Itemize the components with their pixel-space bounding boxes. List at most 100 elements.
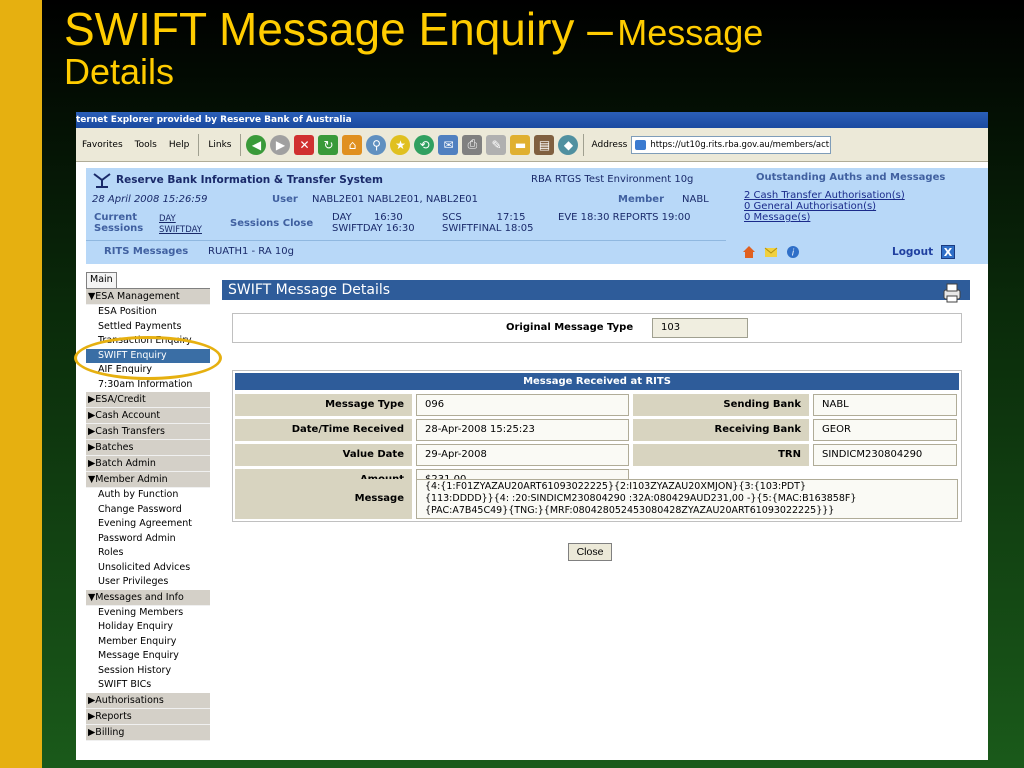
page-title-text: SWIFT Message Details bbox=[228, 282, 391, 298]
sidebar-group-header[interactable]: ▶Batch Admin bbox=[86, 456, 210, 472]
current-sessions: DAY SWIFTDAY bbox=[159, 214, 202, 236]
logout-link[interactable]: Logout bbox=[892, 246, 933, 258]
sidebar-item-auth-by-function[interactable]: Auth by Function bbox=[86, 488, 210, 503]
original-message-type-value: 103 bbox=[652, 318, 748, 338]
favorites-icon[interactable]: ★ bbox=[390, 134, 411, 155]
sidebar-item-holiday-enquiry[interactable]: Holiday Enquiry bbox=[86, 620, 210, 635]
home-icon[interactable] bbox=[742, 245, 756, 259]
forward-icon[interactable]: ▶ bbox=[270, 134, 291, 155]
date-received-value: 28-Apr-2008 15:25:23 bbox=[416, 419, 629, 441]
message-line-1: {4:{1:F01ZYAZAU20ART61093022225}{2:I103Z… bbox=[425, 481, 807, 492]
slide-title-main: SWIFT Message Enquiry – bbox=[64, 3, 613, 55]
sidebar-item-user-privileges[interactable]: User Privileges bbox=[86, 575, 210, 590]
back-icon[interactable]: ◀ bbox=[246, 134, 267, 155]
menu-tools[interactable]: Tools bbox=[129, 140, 163, 150]
sidebar-item-swift-bics[interactable]: SWIFT BICs bbox=[86, 678, 210, 693]
sidebar-item-change-password[interactable]: Change Password bbox=[86, 503, 210, 518]
link-messages[interactable]: 0 Message(s) bbox=[744, 212, 905, 223]
stop-icon[interactable]: ✕ bbox=[294, 134, 315, 155]
trn-label: TRN bbox=[633, 444, 809, 466]
close-icon[interactable]: X bbox=[941, 245, 955, 259]
message-type-value: 096 bbox=[416, 394, 629, 416]
message-type-label: Message Type bbox=[235, 394, 412, 416]
print-icon[interactable]: ⎙ bbox=[462, 134, 483, 155]
slide-title-sub: Message bbox=[617, 12, 764, 53]
toolbar-separator bbox=[583, 133, 585, 156]
close-time-day: DAY 16:30 bbox=[332, 212, 403, 223]
member-label: Member bbox=[618, 194, 665, 205]
outstanding-title: Outstanding Auths and Messages bbox=[756, 172, 946, 183]
user-value: NABL2E01 NABL2E01, NABL2E01 bbox=[312, 194, 479, 205]
sidebar-item-evening-members[interactable]: Evening Members bbox=[86, 606, 210, 621]
refresh-icon[interactable]: ↻ bbox=[318, 134, 339, 155]
app-header: Reserve Bank Information & Transfer Syst… bbox=[86, 168, 988, 264]
sidebar-group-header[interactable]: ▶Cash Account bbox=[86, 408, 210, 424]
folder-icon[interactable]: ▬ bbox=[510, 134, 531, 155]
message-line-2: {113:DDDD}}{4: :20:SINDICM230804290 :32A… bbox=[425, 493, 857, 504]
original-message-type-label: Original Message Type bbox=[506, 322, 634, 333]
toolbar-separator bbox=[198, 133, 200, 156]
outstanding-links: 2 Cash Transfer Authorisation(s) 0 Gener… bbox=[744, 190, 905, 223]
header-info: Reserve Bank Information & Transfer Syst… bbox=[86, 168, 726, 264]
message-line-3: {PAC:A7B45C49}{TNG:}{MRF:080428052453080… bbox=[425, 505, 835, 516]
link-cash-transfer-auth[interactable]: 2 Cash Transfer Authorisation(s) bbox=[744, 190, 905, 201]
close-time-swiftfinal: SWIFTFINAL 18:05 bbox=[442, 223, 534, 234]
mail-icon[interactable]: ✉ bbox=[438, 134, 459, 155]
brand-name: Reserve Bank Information & Transfer Syst… bbox=[116, 174, 383, 186]
original-message-type-panel: Original Message Type 103 bbox=[232, 313, 962, 343]
sending-bank-value: NABL bbox=[813, 394, 957, 416]
sidebar-group-header[interactable]: ▶Reports bbox=[86, 708, 210, 725]
sidebar-group-header[interactable]: ▼ESA Management bbox=[86, 289, 210, 305]
main-content: SWIFT Message Details Original Message T… bbox=[222, 280, 970, 760]
sidebar-item-message-enquiry[interactable]: Message Enquiry bbox=[86, 649, 210, 664]
receiving-bank-value: GEOR bbox=[813, 419, 957, 441]
browser-titlebar: ternet Explorer provided by Reserve Bank… bbox=[76, 112, 988, 128]
session-close-times: DAY 16:30 SWIFTDAY 16:30 bbox=[332, 212, 415, 234]
sidebar-group-header[interactable]: ▶ESA/Credit bbox=[86, 392, 210, 408]
date-received-label: Date/Time Received bbox=[235, 419, 412, 441]
current-datetime: 28 April 2008 15:26:59 bbox=[92, 194, 208, 205]
sidebar-item-roles[interactable]: Roles bbox=[86, 546, 210, 561]
link-general-auth[interactable]: 0 General Authorisation(s) bbox=[744, 201, 905, 212]
sidebar-item-evening-agreement[interactable]: Evening Agreement bbox=[86, 517, 210, 532]
messenger-icon[interactable]: ◆ bbox=[558, 134, 579, 155]
rits-messages-label: RITS Messages bbox=[104, 246, 189, 257]
history-icon[interactable]: ⟲ bbox=[414, 134, 435, 155]
sidebar-item-password-admin[interactable]: Password Admin bbox=[86, 532, 210, 547]
close-time-scs: SCS 17:15 bbox=[442, 212, 526, 223]
print-icon[interactable] bbox=[940, 281, 964, 305]
sidebar-item-esa-position[interactable]: ESA Position bbox=[86, 305, 210, 320]
home-icon[interactable]: ⌂ bbox=[342, 134, 363, 155]
research-icon[interactable]: ▤ bbox=[534, 134, 555, 155]
close-time-swiftday: SWIFTDAY 16:30 bbox=[332, 223, 415, 234]
close-button[interactable]: Close bbox=[568, 543, 612, 561]
sidebar-item-session-history[interactable]: Session History bbox=[86, 664, 210, 679]
session-link-swiftday[interactable]: SWIFTDAY bbox=[159, 225, 202, 236]
value-date-label: Value Date bbox=[235, 444, 412, 466]
close-time-eve-reports: EVE 18:30 REPORTS 19:00 bbox=[558, 212, 691, 223]
sidebar-item-settled-payments[interactable]: Settled Payments bbox=[86, 320, 210, 335]
sidebar-group-header[interactable]: ▶Batches bbox=[86, 440, 210, 456]
sidebar-group-header[interactable]: ▼Member Admin bbox=[86, 472, 210, 488]
receiving-bank-label: Receiving Bank bbox=[633, 419, 809, 441]
tab-main[interactable]: Main bbox=[86, 272, 117, 288]
search-icon[interactable]: ⚲ bbox=[366, 134, 387, 155]
help-icon[interactable]: i bbox=[786, 245, 800, 259]
links-menu[interactable]: Links bbox=[202, 140, 237, 150]
sidebar-group-header[interactable]: ▶Cash Transfers bbox=[86, 424, 210, 440]
sidebar-item-member-enquiry[interactable]: Member Enquiry bbox=[86, 635, 210, 650]
menu-help[interactable]: Help bbox=[163, 140, 196, 150]
edit-icon[interactable]: ✎ bbox=[486, 134, 507, 155]
session-link-day[interactable]: DAY bbox=[159, 214, 202, 225]
sidebar-group-header[interactable]: ▼Messages and Info bbox=[86, 589, 210, 606]
value-date-value: 29-Apr-2008 bbox=[416, 444, 629, 466]
address-input[interactable]: https://ut10g.rits.rba.gov.au/members/ac… bbox=[631, 135, 832, 154]
sidebar-group-header[interactable]: ▶Billing bbox=[86, 724, 210, 741]
sidebar-group-header[interactable]: ▶Authorisations bbox=[86, 692, 210, 709]
highlight-annotation bbox=[74, 336, 222, 380]
sidebar-item-unsolicited-advices[interactable]: Unsolicited Advices bbox=[86, 561, 210, 576]
mail-icon[interactable] bbox=[764, 245, 778, 259]
menu-favorites[interactable]: Favorites bbox=[76, 140, 129, 150]
sessions-close-label: Sessions Close bbox=[230, 218, 314, 229]
page-title: SWIFT Message Details bbox=[222, 280, 970, 303]
